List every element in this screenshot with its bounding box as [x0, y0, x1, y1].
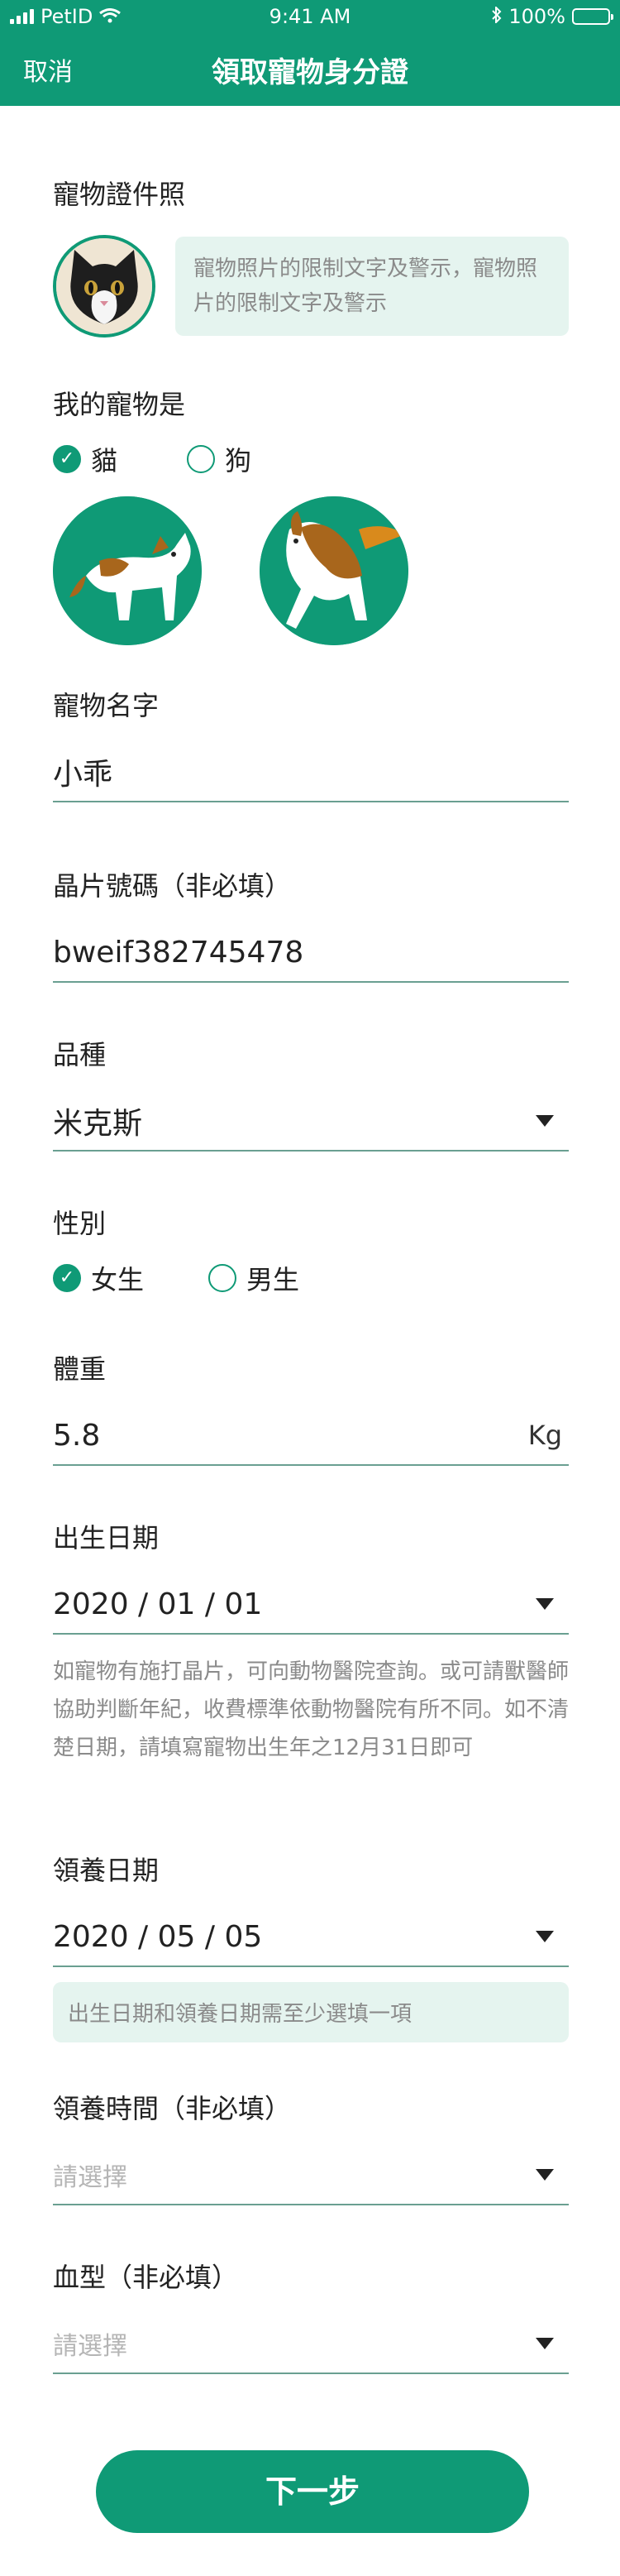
photo-section: 寵物證件照 寵物照片的限制文字及警示，寵物照片的限制文字及警示 [53, 174, 569, 338]
gender-male-label: 男生 [246, 1264, 300, 1295]
status-bar: PetID 9:41 AM 100% [0, 0, 620, 33]
adopt-date-section: 領養日期 2020 / 05 / 05 出生日期和領養日期需至少選填一項 [53, 1850, 569, 2042]
pet-type-section: 我的寵物是 ✓ 貓 狗 [53, 384, 569, 645]
gender-section: 性別 ✓ 女生 男生 [53, 1203, 569, 1297]
breed-value: 米克斯 [53, 1107, 143, 1141]
photo-notice: 寵物照片的限制文字及警示，寵物照片的限制文字及警示 [175, 237, 569, 336]
adopt-time-select[interactable]: 請選擇 [53, 2146, 569, 2205]
dog-icon [260, 496, 408, 645]
chip-value: bweif382745478 [53, 935, 304, 970]
adopt-date-label: 領養日期 [53, 1855, 160, 1886]
radio-empty-icon [208, 1264, 237, 1292]
dropdown-arrow-icon [536, 1598, 554, 1610]
gender-male-radio[interactable]: 男生 [208, 1259, 299, 1297]
status-right: 100% [492, 5, 613, 28]
cat-icon [53, 496, 202, 645]
pet-type-label: 我的寵物是 [53, 389, 186, 420]
birth-value: 2020 / 01 / 01 [53, 1587, 263, 1621]
photo-label: 寵物證件照 [53, 179, 186, 210]
pet-photo-avatar[interactable] [53, 235, 155, 338]
adopt-date-hint: 出生日期和領養日期需至少選填一項 [53, 1982, 569, 2042]
page-title: 領取寵物身分證 [212, 56, 408, 89]
weight-unit: Kg [527, 1420, 562, 1451]
birth-label: 出生日期 [53, 1522, 160, 1554]
gender-label: 性別 [53, 1208, 107, 1239]
pet-type-cat-label: 貓 [91, 445, 118, 476]
chip-section: 晶片號碼（非必填） bweif382745478 [53, 865, 569, 983]
adopt-time-label: 領養時間（非必填） [53, 2093, 292, 2124]
dropdown-arrow-icon [536, 2338, 554, 2349]
adopt-date-select[interactable]: 2020 / 05 / 05 [53, 1908, 569, 1967]
adopt-time-section: 領養時間（非必填） 請選擇 [53, 2088, 569, 2205]
weight-value: 5.8 [53, 1418, 101, 1453]
breed-section: 品種 米克斯 [53, 1034, 569, 1152]
nav-bar: 取消 領取寵物身分證 [0, 33, 620, 106]
bluetooth-icon [492, 5, 502, 28]
pet-type-dog-label: 狗 [225, 445, 252, 476]
pet-type-dog-radio[interactable]: 狗 [187, 440, 251, 478]
pet-type-cat-radio[interactable]: ✓ 貓 [53, 440, 117, 478]
dropdown-arrow-icon [536, 2169, 554, 2181]
blood-label: 血型（非必填） [53, 2262, 239, 2293]
check-icon: ✓ [53, 1264, 81, 1292]
cat-illustration[interactable] [53, 496, 202, 645]
birth-section: 出生日期 2020 / 01 / 01 如寵物有施打晶片，可向動物醫院查詢。或可… [53, 1517, 569, 1767]
gender-female-radio[interactable]: ✓ 女生 [53, 1259, 144, 1297]
dropdown-arrow-icon [536, 1115, 554, 1127]
chip-label: 晶片號碼（非必填） [53, 870, 292, 902]
cat-face-icon [56, 238, 152, 334]
radio-empty-icon [187, 445, 216, 473]
dropdown-arrow-icon [536, 1931, 554, 1942]
name-field[interactable]: 小乖 [53, 743, 569, 802]
chip-field[interactable]: bweif382745478 [53, 923, 569, 983]
weight-section: 體重 5.8 Kg [53, 1348, 569, 1466]
birth-hint: 如寵物有施打晶片，可向動物醫院查詢。或可請獸醫師協助判斷年紀，收費標準依動物醫院… [53, 1659, 570, 1760]
adopt-date-value: 2020 / 05 / 05 [53, 1919, 263, 1954]
name-section: 寵物名字 小乖 [53, 685, 569, 802]
battery-icon [572, 8, 613, 25]
adopt-time-placeholder: 請選擇 [53, 2163, 127, 2192]
next-button[interactable]: 下一步 [96, 2450, 529, 2533]
name-label: 寵物名字 [53, 690, 160, 721]
weight-label: 體重 [53, 1353, 107, 1385]
breed-label: 品種 [53, 1039, 107, 1070]
blood-placeholder: 請選擇 [53, 2332, 127, 2361]
check-icon: ✓ [53, 445, 81, 473]
dog-illustration[interactable] [260, 496, 408, 645]
blood-select[interactable]: 請選擇 [53, 2315, 569, 2374]
name-value: 小乖 [53, 758, 113, 792]
breed-select[interactable]: 米克斯 [53, 1092, 569, 1152]
weight-field[interactable]: 5.8 Kg [53, 1406, 569, 1466]
blood-section: 血型（非必填） 請選擇 [53, 2257, 569, 2374]
birth-date-select[interactable]: 2020 / 01 / 01 [53, 1575, 569, 1635]
battery-percent: 100% [508, 5, 565, 28]
gender-female-label: 女生 [91, 1264, 145, 1295]
